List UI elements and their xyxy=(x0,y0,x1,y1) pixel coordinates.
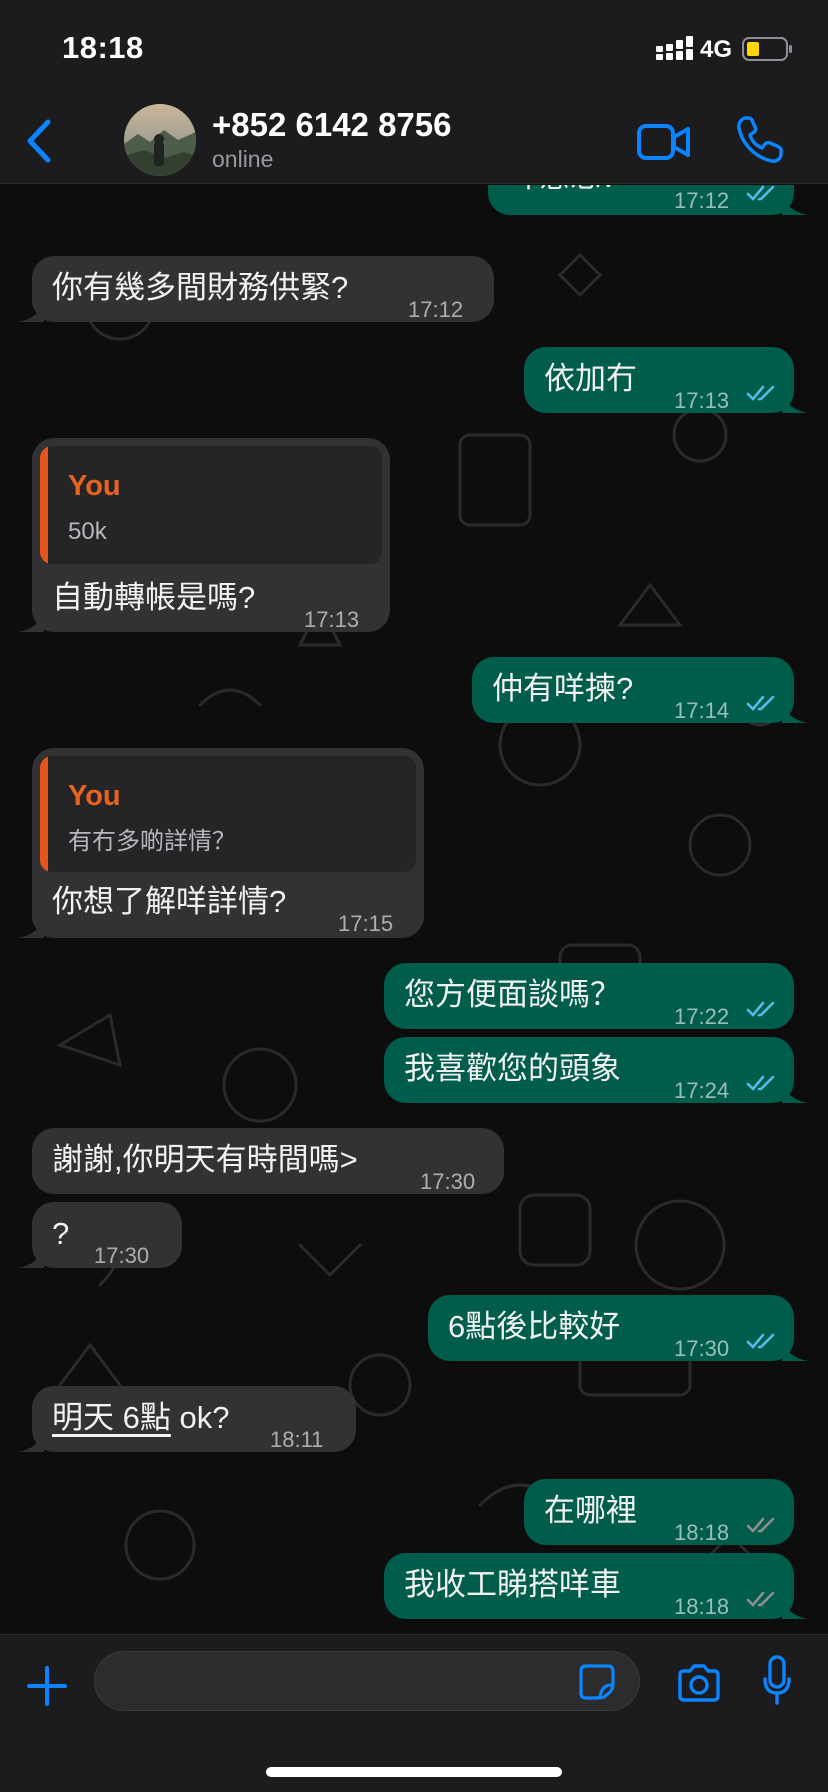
composer-bar xyxy=(0,1634,828,1792)
message-bubble-outgoing[interactable]: 咩意思？ 17:12 xyxy=(488,185,808,215)
message-text: 咩意思？ xyxy=(508,185,632,197)
back-chevron-icon[interactable] xyxy=(18,116,62,166)
message-time: 17:30 xyxy=(420,1169,476,1194)
phone-icon[interactable] xyxy=(734,114,784,166)
message-time: 17:12 xyxy=(408,297,464,322)
message-text: 在哪裡 xyxy=(544,1493,637,1528)
bubble-tail xyxy=(18,916,44,938)
avatar[interactable] xyxy=(124,104,196,176)
message-text: 謝謝,你明天有時間嗎> xyxy=(52,1142,358,1177)
message-bubble-outgoing[interactable]: 6點後比較好 17:30 xyxy=(428,1295,808,1361)
message-time: 17:13 xyxy=(304,607,360,632)
message-time: 18:18 xyxy=(674,1594,730,1619)
message-text-rest: ok? xyxy=(170,1400,230,1435)
quoted-message[interactable]: You 50k xyxy=(40,446,382,564)
status-time: 18:18 xyxy=(62,30,144,65)
message-text: 明天 6點 ok? xyxy=(52,1398,229,1438)
message-bubble-outgoing[interactable]: 依加冇 17:13 xyxy=(524,347,808,413)
message-time: 18:18 xyxy=(674,1520,730,1545)
message-bubble-outgoing[interactable]: 您方便面談嗎？ 17:22 xyxy=(384,963,794,1029)
chat-header: +852 6142 8756 online xyxy=(0,100,828,184)
contact-name[interactable]: +852 6142 8756 xyxy=(212,106,452,144)
bubble-tail xyxy=(782,193,808,215)
home-indicator xyxy=(266,1767,562,1777)
quote-author: You xyxy=(68,470,121,502)
message-text: 您方便面談嗎？ xyxy=(404,977,621,1012)
message-time: 17:24 xyxy=(674,1078,730,1103)
detected-datetime-link[interactable]: 明天 6點 xyxy=(52,1400,171,1435)
bubble-tail xyxy=(18,300,44,322)
message-text: ? xyxy=(52,1216,70,1251)
message-text: 依加冇 xyxy=(544,361,637,396)
read-ticks-icon xyxy=(746,1001,775,1017)
video-camera-icon[interactable] xyxy=(636,120,692,164)
message-list[interactable]: 咩意思？ 17:12 你有幾多間財務供緊? 17:12 依加冇 17:13 Yo… xyxy=(0,185,828,1634)
message-bubble-incoming[interactable]: 你有幾多間財務供緊? 17:12 xyxy=(18,256,494,322)
bubble-tail xyxy=(782,1339,808,1361)
sticker-icon[interactable] xyxy=(578,1663,616,1701)
camera-icon[interactable] xyxy=(676,1663,722,1703)
message-time: 17:30 xyxy=(674,1336,730,1361)
message-time: 17:22 xyxy=(674,1004,730,1029)
bubble-tail xyxy=(18,610,44,632)
read-ticks-icon xyxy=(746,385,775,401)
read-ticks-icon xyxy=(746,1333,775,1349)
bubble-tail xyxy=(782,701,808,723)
delivered-ticks-icon xyxy=(746,1517,775,1533)
message-text: 你想了解咩詳情? xyxy=(52,884,287,919)
message-bubble-incoming-reply[interactable]: You 有冇多啲詳情？ 你想了解咩詳情? 17:15 xyxy=(18,748,424,938)
message-bubble-outgoing[interactable]: 仲有咩揀? 17:14 xyxy=(472,657,808,723)
read-ticks-icon xyxy=(746,695,775,711)
message-text: 仲有咩揀? xyxy=(492,671,634,706)
message-time: 17:30 xyxy=(94,1243,150,1268)
message-text: 6點後比較好 xyxy=(448,1309,621,1344)
message-bubble-outgoing[interactable]: 我收工睇搭咩車 18:18 xyxy=(384,1553,808,1619)
message-bubble-outgoing[interactable]: 在哪裡 18:18 xyxy=(524,1479,794,1545)
quote-text: 有冇多啲詳情？ xyxy=(68,828,236,855)
message-input[interactable] xyxy=(94,1651,640,1711)
status-bar: 18:18 4G xyxy=(0,0,828,100)
message-time: 17:13 xyxy=(674,388,730,413)
bubble-tail xyxy=(782,391,808,413)
bubble-tail xyxy=(18,1430,44,1452)
message-bubble-incoming[interactable]: 謝謝,你明天有時間嗎> 17:30 xyxy=(32,1128,504,1194)
quote-text: 50k xyxy=(68,518,107,545)
message-time: 17:15 xyxy=(338,911,394,936)
message-text: 我收工睇搭咩車 xyxy=(404,1567,621,1602)
message-text: 你有幾多間財務供緊? xyxy=(52,270,349,305)
message-time: 18:11 xyxy=(270,1427,324,1452)
message-text: 自動轉帳是嗎? xyxy=(52,580,256,615)
read-ticks-icon xyxy=(746,1075,775,1091)
quoted-message[interactable]: You 有冇多啲詳情？ xyxy=(40,756,416,872)
contact-status: online xyxy=(212,146,274,172)
quote-accent-bar xyxy=(40,756,48,872)
message-bubble-incoming-reply[interactable]: You 50k 自動轉帳是嗎? 17:13 xyxy=(18,438,390,632)
bubble-tail xyxy=(18,1246,44,1268)
quote-author: You xyxy=(68,780,121,812)
battery-icon xyxy=(742,37,792,61)
bubble-tail xyxy=(782,1081,808,1103)
message-time: 17:12 xyxy=(674,188,730,213)
bubble-tail xyxy=(782,1597,808,1619)
message-bubble-incoming[interactable]: 明天 6點 ok? 18:11 xyxy=(18,1386,356,1452)
message-bubble-incoming[interactable]: ? 17:30 xyxy=(18,1202,182,1268)
quote-accent-bar xyxy=(40,446,48,564)
message-text: 我喜歡您的頭象 xyxy=(404,1051,621,1086)
message-time: 17:14 xyxy=(674,698,730,723)
message-bubble-outgoing[interactable]: 我喜歡您的頭象 17:24 xyxy=(384,1037,808,1103)
signal-strength-icon xyxy=(656,36,693,60)
network-type: 4G xyxy=(700,36,733,63)
delivered-ticks-icon xyxy=(746,1591,775,1607)
whatsapp-chat-screen: 18:18 4G +852 6142 8756 online 17:12 你有幾… xyxy=(0,0,828,1792)
plus-icon[interactable] xyxy=(26,1665,68,1707)
read-ticks-icon xyxy=(746,185,775,201)
microphone-icon[interactable] xyxy=(762,1655,792,1707)
